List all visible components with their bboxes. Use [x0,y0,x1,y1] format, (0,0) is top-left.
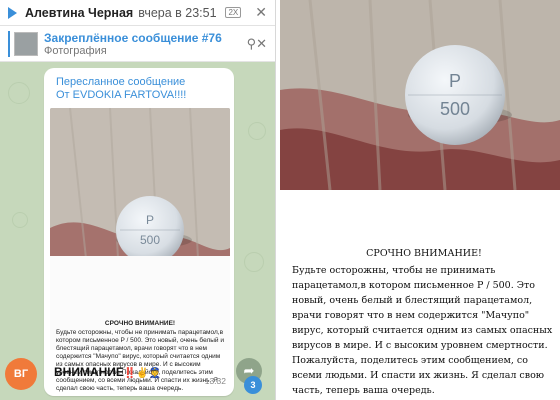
pill-imprint-top: P [146,213,154,227]
background-doodle [8,82,30,104]
background-doodle [244,252,264,272]
enlarged-image: P 500 СРОЧНО ВНИМАНИЕ! Будьте осторожны,… [280,0,560,400]
play-icon[interactable] [8,6,17,19]
background-doodle [12,212,28,228]
pill-imprint-top: P [449,71,461,91]
pill-imprint-bottom: 500 [140,233,160,247]
warning-title: СРОЧНО ВНИМАНИЕ! [366,248,482,259]
sender-name[interactable]: Алевтина Черная [25,6,133,20]
photo-text-title: СРОЧНО ВНИМАНИЕ! [104,320,176,327]
message-timestamp: 13:32 [204,376,226,386]
pinned-subtitle: Фотография [44,44,107,57]
unpin-icon[interactable]: ⚲✕ [247,36,267,52]
forwarded-header[interactable]: Пересланное сообщение От EVDOKIA FARTOVA… [56,76,226,102]
chat-area: Пересланное сообщение От EVDOKIA FARTOVA… [0,62,275,400]
message-time: вчера в 23:51 [138,5,217,20]
screenshot-root: Алевтина Черная вчера в 23:51 2X ✕ Закре… [0,0,560,400]
pill-photo: P 500 [280,0,560,190]
pill-illustration: P 500 [280,0,560,190]
caption-emoji: ‼️✌️👮 [123,368,162,379]
photo-text: СРОЧНО ВНИМАНИЕ! Будьте осторожны, чтобы… [56,320,224,393]
unread-count-badge[interactable]: 3 [244,376,262,394]
speed-button[interactable]: 2X [225,7,242,18]
pinned-accent-bar [8,30,10,57]
background-doodle [248,122,266,140]
media-viewer-header: Алевтина Черная вчера в 23:51 2X ✕ [0,0,275,26]
pinned-texts: Закреплённое сообщение #76 Фотография [44,31,222,57]
caption-text: ВНИМАНИЕ [54,365,124,379]
close-icon[interactable]: ✕ [255,4,267,21]
chat-panel: Алевтина Черная вчера в 23:51 2X ✕ Закре… [0,0,276,400]
warning-text: СРОЧНО ВНИМАНИЕ! Будьте осторожны, чтобы… [292,246,556,398]
forwarded-label: Пересланное сообщение [56,76,186,88]
pill-imprint-bottom: 500 [440,99,470,119]
message-bubble[interactable]: Пересланное сообщение От EVDOKIA FARTOVA… [44,68,234,396]
pinned-thumbnail [14,31,38,56]
forwarded-from[interactable]: От EVDOKIA FARTOVA!!!! [56,89,226,102]
pinned-title: Закреплённое сообщение #76 [44,30,222,45]
avatar[interactable]: ВГ [5,358,37,390]
pinned-message-bar[interactable]: Закреплённое сообщение #76 Фотография ⚲✕ [0,26,275,62]
photo-text-body: Будьте осторожны, чтобы не принимать пар… [56,329,224,392]
warning-body: Будьте осторожны, чтобы не принимать пар… [292,265,553,396]
message-caption: ВНИМАНИЕ‼️✌️👮 [54,365,161,379]
